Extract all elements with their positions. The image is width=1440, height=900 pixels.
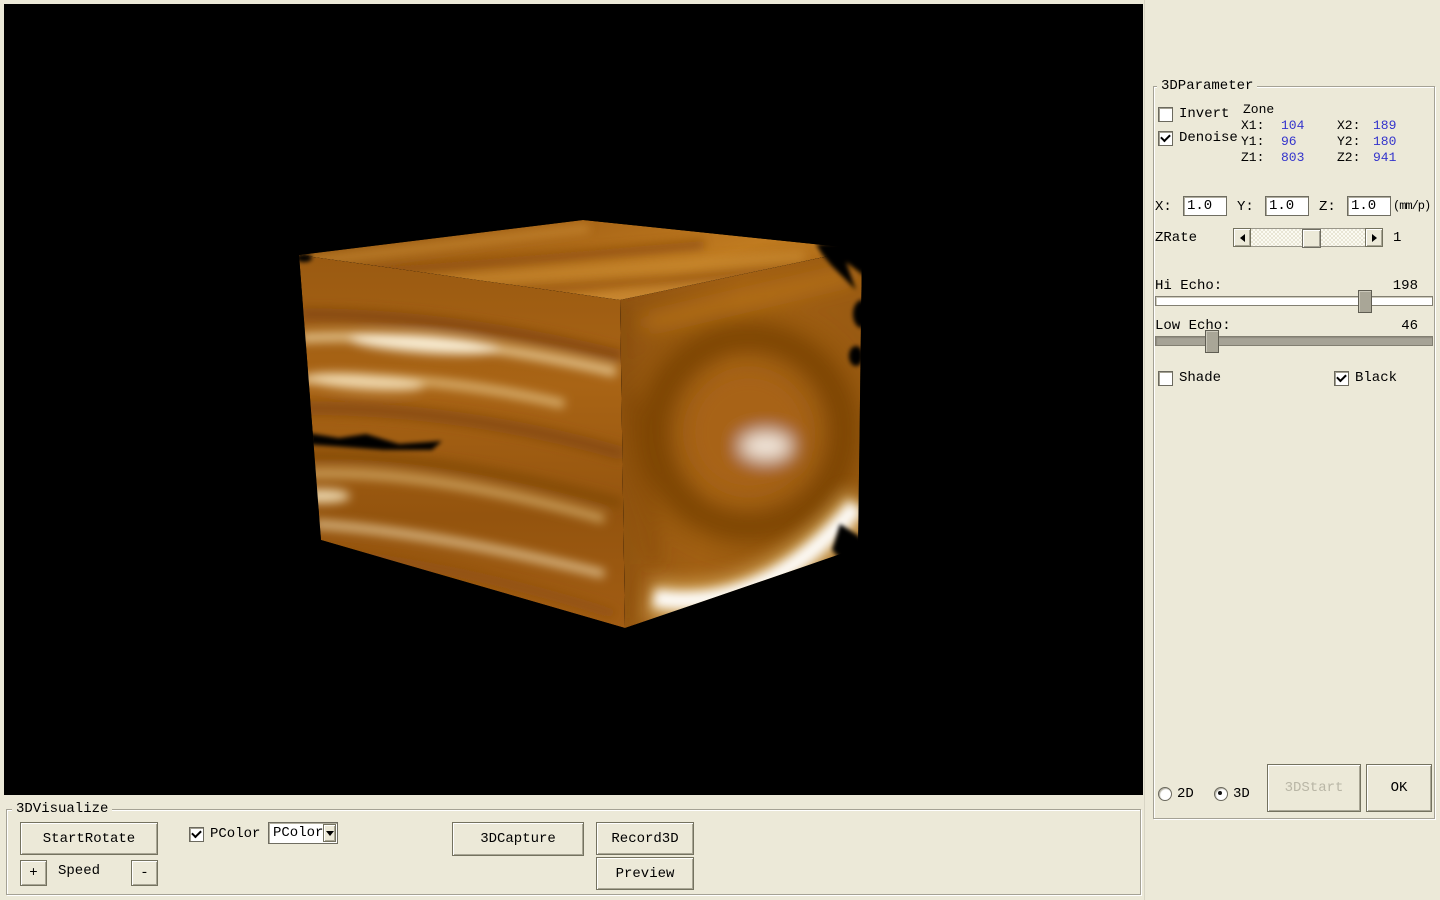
black-label: Black [1355,371,1397,386]
black-checkbox[interactable] [1334,371,1349,386]
low-echo-label: Low Echo: [1155,319,1231,334]
hi-echo-value: 198 [1393,279,1418,294]
low-echo-value: 46 [1401,319,1418,334]
mode-3d-radio[interactable] [1214,787,1228,801]
voxel-x-label: X: [1155,200,1172,215]
hi-echo-track[interactable] [1155,296,1433,306]
zone-z1-value: 803 [1281,150,1304,165]
zone-z2-value: 941 [1373,150,1396,165]
hi-echo-slider[interactable] [1155,296,1433,306]
pcolor-dropdown-value: PColor [269,825,323,841]
voxel-y-input[interactable] [1265,196,1309,216]
arrow-right-icon [1372,234,1377,242]
voxel-unit-label: (mm/p) [1393,199,1430,214]
zone-y1-value: 96 [1281,134,1297,149]
pcolor-dropdown-button[interactable] [323,824,336,842]
voxel-z-label: Z: [1319,200,1336,215]
arrow-left-icon [1240,234,1245,242]
zrate-arrow-left-button[interactable] [1233,228,1251,247]
zone-z2-label: Z2: [1337,150,1360,165]
zone-x1-value: 104 [1281,118,1304,133]
zone-x2-label: X2: [1337,118,1360,133]
zrate-value: 1 [1393,231,1401,246]
arrow-down-icon [326,831,334,836]
zone-title: Zone [1243,102,1274,117]
mode-3d-label: 3D [1233,787,1250,802]
speed-minus-button[interactable]: - [131,860,158,886]
mode-2d-label: 2D [1177,787,1194,802]
zrate-track[interactable] [1251,228,1365,247]
zrate-arrow-right-button[interactable] [1365,228,1383,247]
zrate-scrollbar[interactable] [1233,228,1383,247]
preview-button[interactable]: Preview [596,857,694,890]
pcolor-checkbox-label: PColor [210,827,260,842]
low-echo-track[interactable] [1155,336,1433,346]
mode-2d-radio[interactable] [1158,787,1172,801]
parameter-group-title: 3DParameter [1157,79,1257,94]
hi-echo-label: Hi Echo: [1155,279,1222,294]
record-button[interactable]: Record3D [596,822,694,855]
render-viewport[interactable] [4,4,1143,795]
low-echo-slider[interactable] [1155,336,1433,346]
capture-button[interactable]: 3DCapture [452,822,584,856]
speed-plus-button[interactable]: + [20,860,47,886]
denoise-label: Denoise [1179,131,1238,146]
denoise-checkbox[interactable] [1158,131,1173,146]
voxel-z-input[interactable] [1347,196,1391,216]
visualize-panel: 3DVisualize StartRotate + Speed - PColor… [0,795,1144,900]
parameter-panel: 3DParameter Invert Denoise Zone X1: 104 … [1144,0,1440,900]
zone-y1-label: Y1: [1241,134,1264,149]
pcolor-dropdown[interactable]: PColor [268,822,338,844]
visualize-group-title: 3DVisualize [12,802,112,817]
zrate-thumb[interactable] [1302,229,1321,248]
ok-button[interactable]: OK [1366,764,1432,812]
pcolor-checkbox[interactable] [189,827,204,842]
app-window: 3DParameter Invert Denoise Zone X1: 104 … [0,0,1440,900]
zone-x1-label: X1: [1241,118,1264,133]
invert-checkbox[interactable] [1158,107,1173,122]
start3d-button[interactable]: 3DStart [1267,764,1361,812]
zrate-label: ZRate [1155,231,1197,246]
zone-y2-label: Y2: [1337,134,1360,149]
volume-render-canvas [4,4,1143,795]
voxel-x-input[interactable] [1183,196,1227,216]
shade-checkbox[interactable] [1158,371,1173,386]
speed-label: Speed [58,864,100,879]
start-rotate-button[interactable]: StartRotate [20,822,158,855]
invert-label: Invert [1179,107,1229,122]
zone-x2-value: 189 [1373,118,1396,133]
zone-y2-value: 180 [1373,134,1396,149]
hi-echo-thumb[interactable] [1358,290,1372,313]
zone-z1-label: Z1: [1241,150,1264,165]
low-echo-thumb[interactable] [1205,330,1219,353]
shade-label: Shade [1179,371,1221,386]
voxel-y-label: Y: [1237,200,1254,215]
